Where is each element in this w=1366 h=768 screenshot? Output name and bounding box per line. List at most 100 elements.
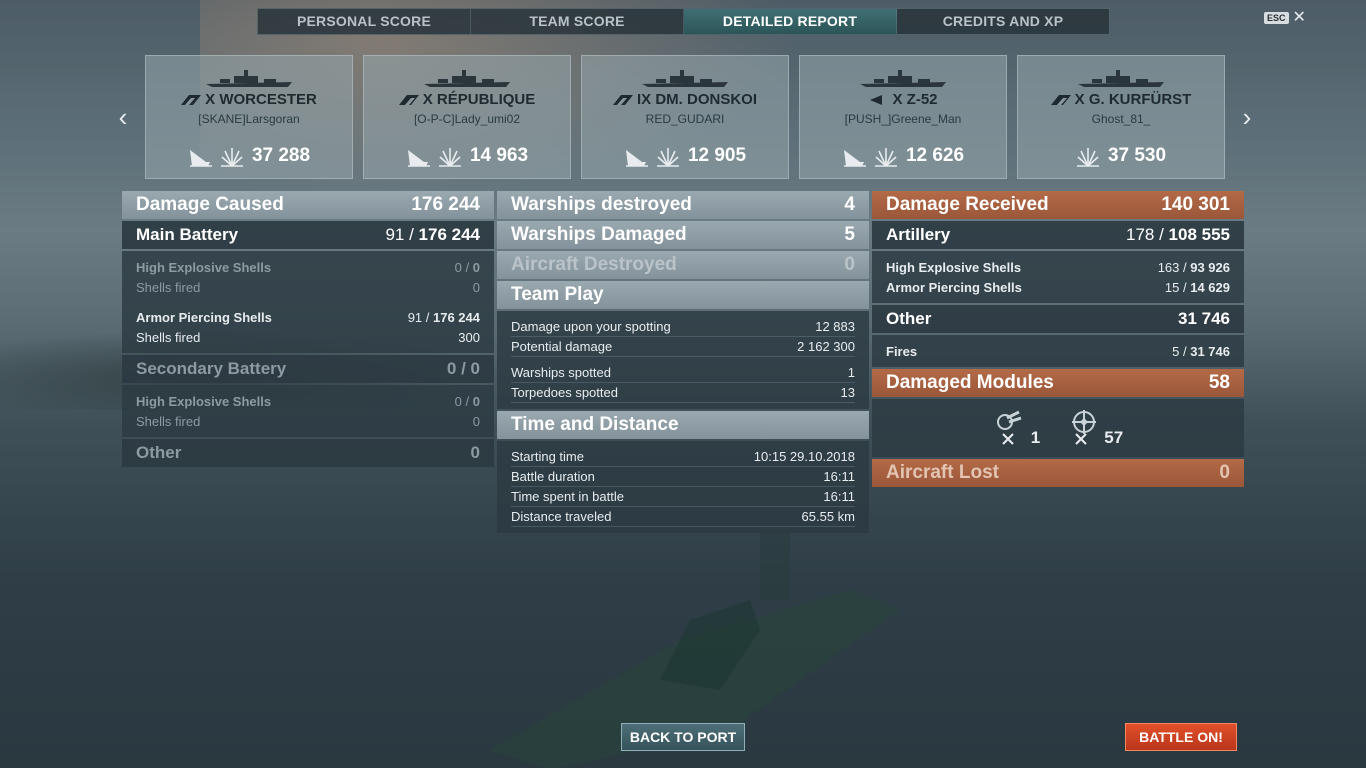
time-distance-header: Time and Distance xyxy=(497,411,869,439)
player-name: RED_GUDARI xyxy=(645,112,725,126)
tab-team-score[interactable]: TEAM SCORE xyxy=(471,9,684,34)
mb-ap-fired-row: Shells fired 300 xyxy=(136,329,480,345)
ship-silhouette-icon xyxy=(206,70,292,87)
mb-he-row: High Explosive Shells 0 / 0 xyxy=(136,259,480,275)
sec-fired-row: Shells fired 0 xyxy=(136,413,480,429)
close-icon[interactable]: ✕ xyxy=(1293,10,1306,26)
cruiser-icon xyxy=(612,94,633,105)
sinking-ship-icon xyxy=(189,150,212,167)
other-caused-header: Other 0 xyxy=(122,439,494,467)
warships-destroyed-header: Warships destroyed 4 xyxy=(497,191,869,219)
carousel-next-icon[interactable]: › xyxy=(1240,104,1254,130)
ship-name: X G. KURFÜRST xyxy=(1018,91,1224,108)
ship-silhouette-icon xyxy=(1078,70,1164,87)
battleship-icon xyxy=(1050,94,1071,105)
artillery-header: Artillery 178 / 108 555 xyxy=(872,221,1244,249)
other-received-header: Other 31 746 xyxy=(872,305,1244,333)
battle-on-button[interactable]: BATTLE ON! xyxy=(1125,723,1237,751)
damage-dealt-value: 12 905 xyxy=(687,145,747,166)
ship-stats: 12 905 xyxy=(582,144,788,168)
ship-name: X RÉPUBLIQUE xyxy=(364,91,570,108)
distance-traveled-row: Distance traveled 65.55 km xyxy=(511,507,855,527)
damaged-ship-card[interactable]: X Z-52 [PUSH_]Greene_Man 12 626 xyxy=(799,55,1007,179)
sec-he-row: High Explosive Shells 0 / 0 xyxy=(136,393,480,409)
aircraft-lost-header: Aircraft Lost 0 xyxy=(872,459,1244,487)
damage-received-header: Damage Received 140 301 xyxy=(872,191,1244,219)
mb-he-fired-row: Shells fired 0 xyxy=(136,279,480,295)
damage-caused-label: Damage Caused xyxy=(136,194,284,215)
damage-dealt-value: 14 963 xyxy=(469,145,529,166)
aircraft-destroyed-header: Aircraft Destroyed 0 xyxy=(497,251,869,279)
main-battery-header: Main Battery 91 / 176 244 xyxy=(122,221,494,249)
explosion-damage-icon xyxy=(220,148,243,167)
torpedoes-spotted-row: Torpedoes spotted 13 xyxy=(511,383,855,403)
explosion-damage-icon xyxy=(1076,148,1099,167)
main-battery-value: 91 / 176 244 xyxy=(385,225,480,244)
battle-summary-panel: Warships destroyed 4 Warships Damaged 5 Ai… xyxy=(497,191,869,535)
report-tabs: PERSONAL SCORE TEAM SCORE DETAILED REPORT C… xyxy=(257,8,1110,35)
esc-key-badge: ESC xyxy=(1264,12,1289,24)
ship-stats: 12 626 xyxy=(800,144,1006,168)
warships-spotted-row: Warships spotted 1 xyxy=(511,363,855,383)
damaged-ship-card[interactable]: X RÉPUBLIQUE [O-P-C]Lady_umi02 14 963 xyxy=(363,55,571,179)
damaged-ship-card[interactable]: X WORCESTER [SKANE]Larsgoran 37 288 xyxy=(145,55,353,179)
ship-stats: 37 530 xyxy=(1018,144,1224,168)
time-spent-row: Time spent in battle 16:11 xyxy=(511,487,855,507)
explosion-damage-icon xyxy=(438,148,461,167)
gun-turret-icon xyxy=(996,410,1022,445)
secondary-battery-details: High Explosive Shells 0 / 0 Shells fired… xyxy=(122,385,494,437)
ship-stats: 14 963 xyxy=(364,144,570,168)
warships-damaged-header: Warships Damaged 5 xyxy=(497,221,869,249)
destroyer-icon xyxy=(870,94,883,105)
player-name: [SKANE]Larsgoran xyxy=(198,112,300,126)
ship-name: IX DM. DONSKOI xyxy=(582,91,788,108)
received-ap-row: Armor Piercing Shells 15 / 14 629 xyxy=(886,279,1230,295)
damage-caused-panel: Damage Caused 176 244 Main Battery 91 / … xyxy=(122,191,494,469)
damaged-modules-header: Damaged Modules 58 xyxy=(872,369,1244,397)
damage-dealt-value: 37 530 xyxy=(1107,145,1167,166)
explosion-damage-icon xyxy=(874,148,897,167)
tab-credits-and-xp[interactable]: CREDITS AND XP xyxy=(897,9,1109,34)
gun-module: 1 xyxy=(993,408,1040,448)
team-play-details: Damage upon your spotting 12 883 Potentia… xyxy=(497,311,869,409)
explosion-damage-icon xyxy=(656,148,679,167)
close-screen[interactable]: ESC ✕ xyxy=(1264,10,1306,26)
carousel-prev-icon[interactable]: ‹ xyxy=(116,104,130,130)
damage-dealt-value: 12 626 xyxy=(905,145,965,166)
tab-personal-score[interactable]: PERSONAL SCORE xyxy=(258,9,471,34)
sinking-ship-icon xyxy=(843,150,866,167)
starting-time-row: Starting time 10:15 29.10.2018 xyxy=(511,447,855,467)
other-received-details: Fires 5 / 31 746 xyxy=(872,335,1244,367)
ship-stats: 37 288 xyxy=(146,144,352,168)
sinking-ship-icon xyxy=(407,150,430,167)
main-battery-label: Main Battery xyxy=(136,225,239,244)
ship-name: X WORCESTER xyxy=(146,91,352,108)
damaged-modules-icons: 1 57 xyxy=(872,399,1244,457)
tab-detailed-report[interactable]: DETAILED REPORT xyxy=(684,9,897,34)
mb-ap-row: Armor Piercing Shells 91 / 176 244 xyxy=(136,309,480,325)
ship-silhouette-icon xyxy=(860,70,946,87)
artillery-details: High Explosive Shells 163 / 93 926 Armor… xyxy=(872,251,1244,303)
damage-dealt-value: 37 288 xyxy=(251,145,311,166)
secondary-battery-header: Secondary Battery 0 / 0 xyxy=(122,355,494,383)
damaged-ship-card[interactable]: IX DM. DONSKOI RED_GUDARI 12 905 xyxy=(581,55,789,179)
received-he-row: High Explosive Shells 163 / 93 926 xyxy=(886,259,1230,275)
back-to-port-button[interactable]: BACK TO PORT xyxy=(621,723,745,751)
potential-damage-row: Potential damage 2 162 300 xyxy=(511,337,855,357)
damage-caused-value: 176 244 xyxy=(411,194,480,215)
player-name: [PUSH_]Greene_Man xyxy=(844,112,962,126)
player-name: [O-P-C]Lady_umi02 xyxy=(413,112,521,126)
main-battery-details: High Explosive Shells 0 / 0 Shells fired… xyxy=(122,251,494,353)
battle-duration-row: Battle duration 16:11 xyxy=(511,467,855,487)
sinking-ship-icon xyxy=(625,150,648,167)
damaged-ship-card[interactable]: X G. KURFÜRST Ghost_81_ 37 530 xyxy=(1017,55,1225,179)
steering-gear-icon xyxy=(1072,410,1097,445)
steering-module: 57 xyxy=(1066,408,1123,448)
battleship-icon xyxy=(398,94,419,105)
damage-received-panel: Damage Received 140 301 Artillery 178 / 1… xyxy=(872,191,1244,489)
player-name: Ghost_81_ xyxy=(1091,112,1151,126)
ship-silhouette-icon xyxy=(642,70,728,87)
ship-name: X Z-52 xyxy=(800,91,1006,108)
team-play-header: Team Play xyxy=(497,281,869,309)
fires-row: Fires 5 / 31 746 xyxy=(886,343,1230,359)
